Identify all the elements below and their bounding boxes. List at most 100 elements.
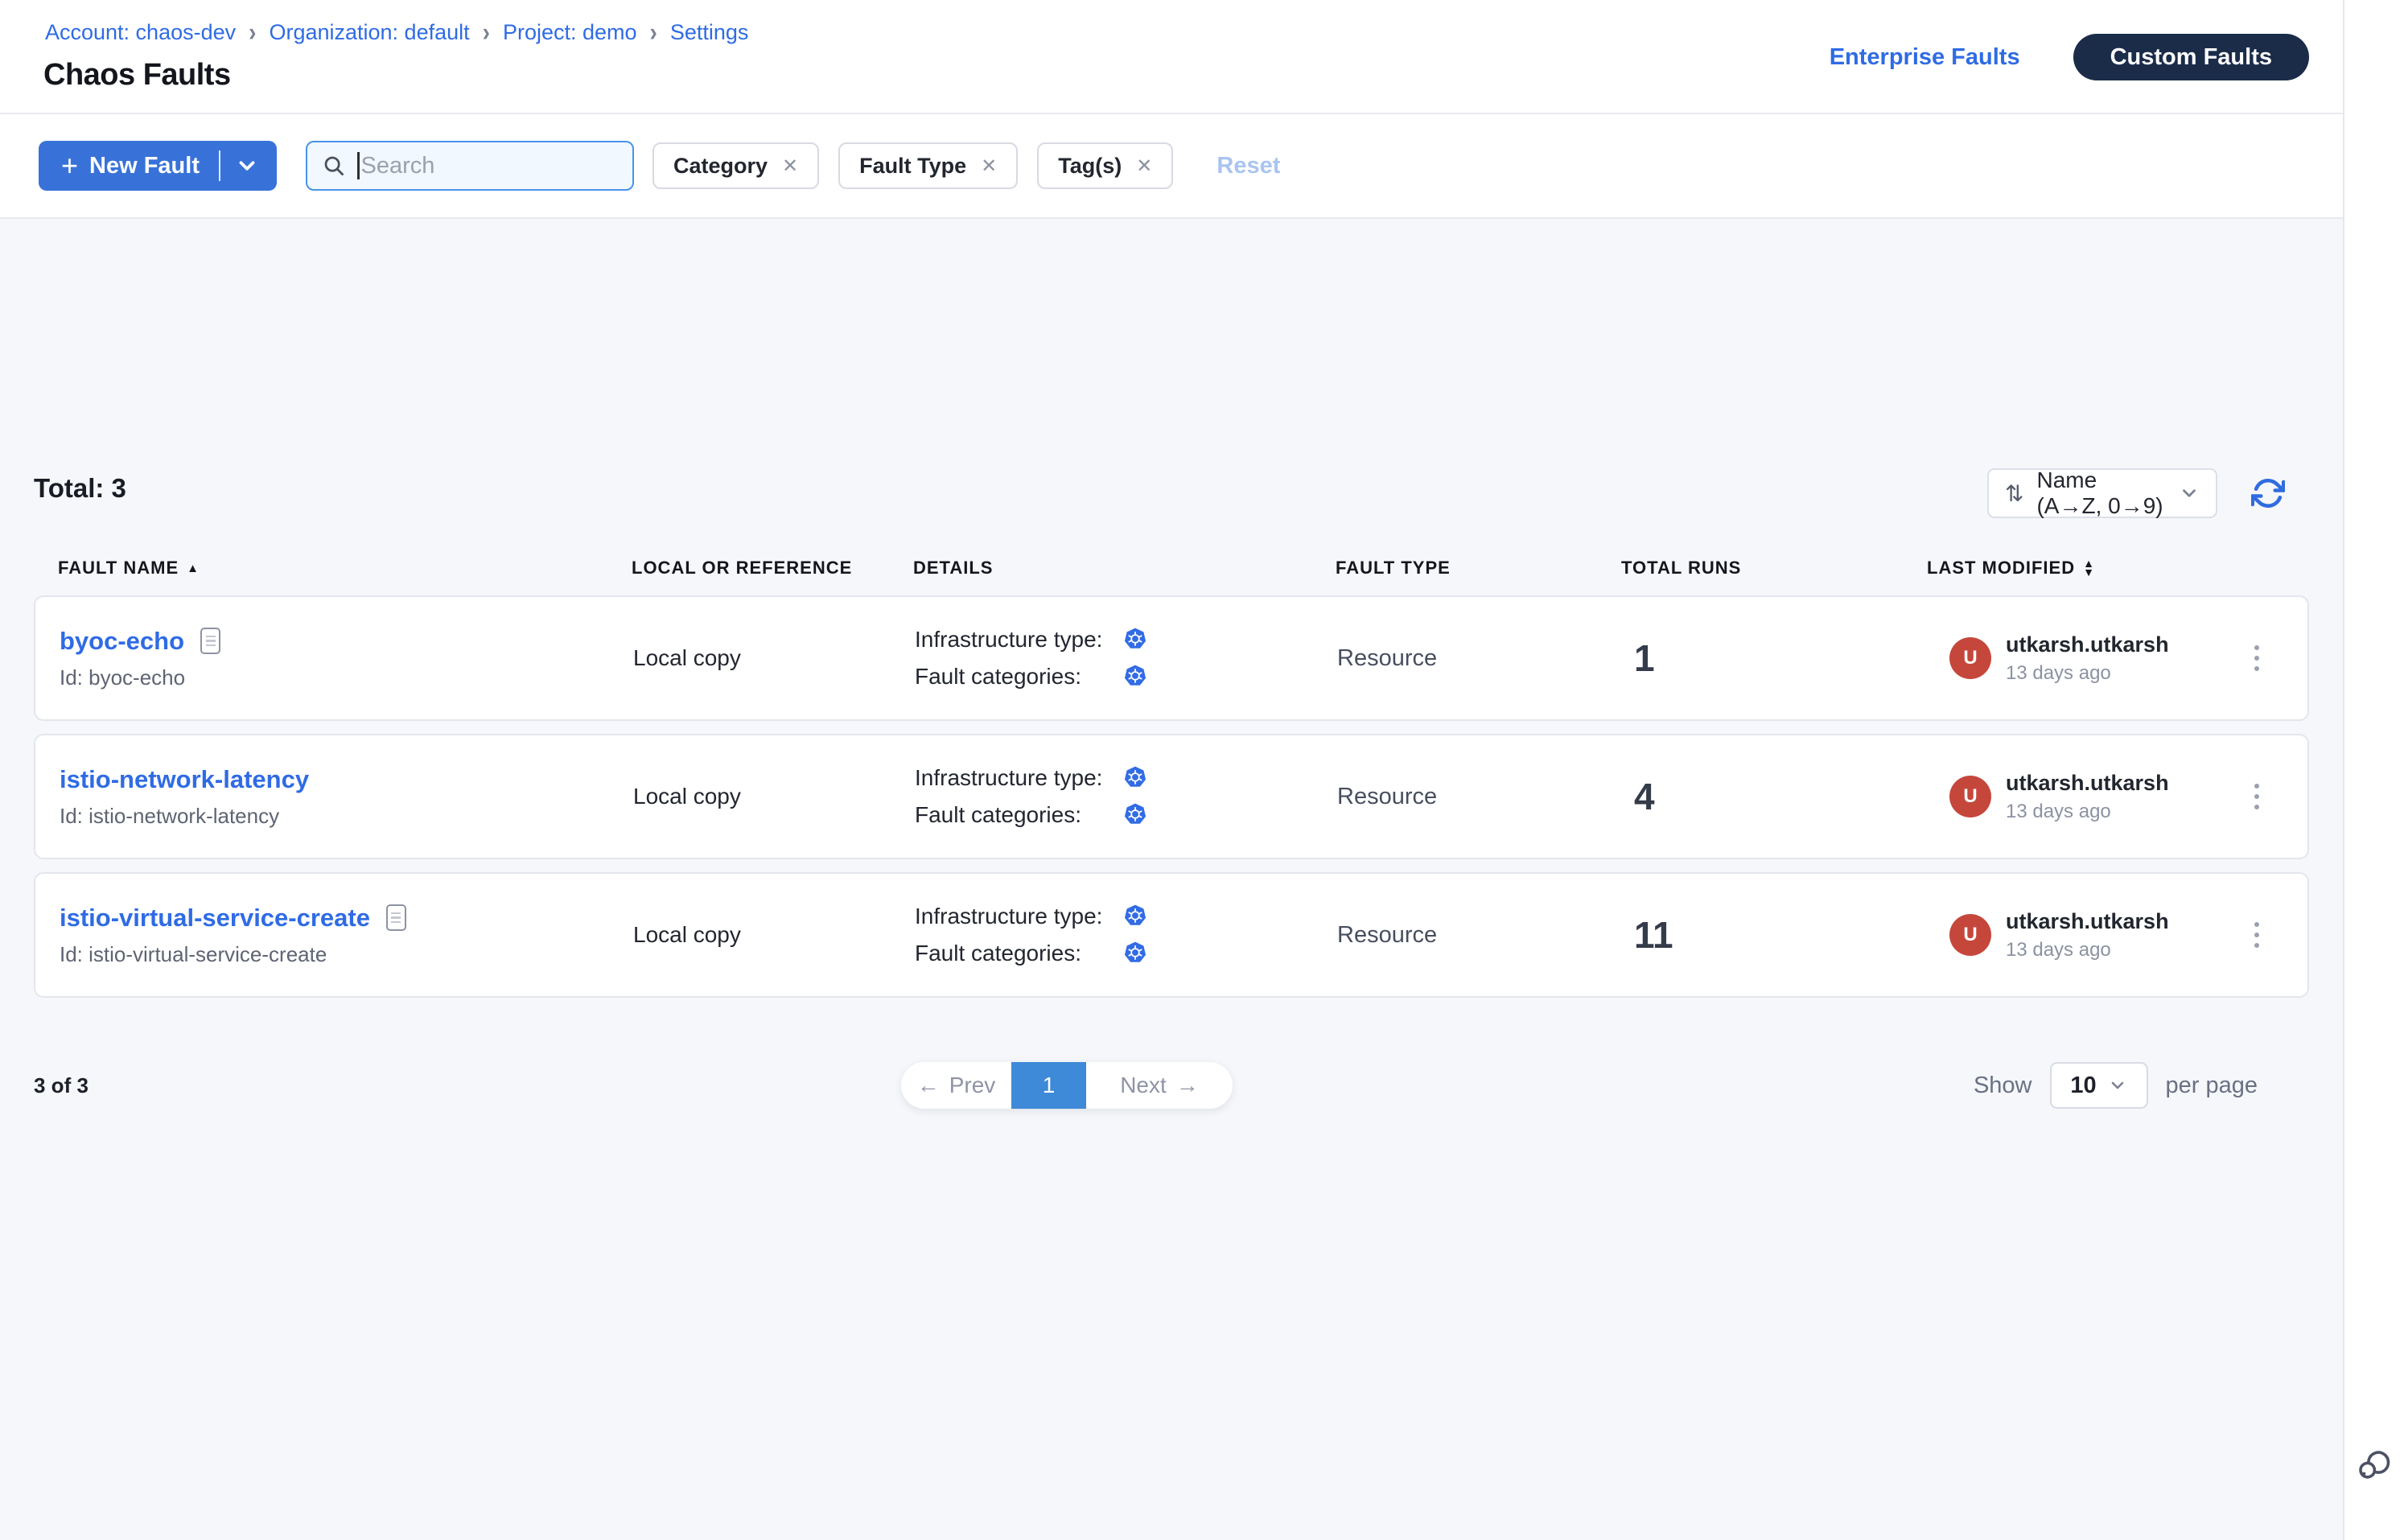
arrow-left-icon: ← bbox=[917, 1073, 940, 1098]
enterprise-faults-link[interactable]: Enterprise Faults bbox=[1830, 44, 2020, 71]
filter-chip-tags[interactable]: Tag(s) ✕ bbox=[1037, 142, 1173, 189]
copy-icon[interactable] bbox=[200, 628, 220, 654]
refresh-icon bbox=[2251, 476, 2285, 510]
main-panel: Account: chaos-dev › Organization: defau… bbox=[0, 0, 2343, 1540]
per-page-label: per page bbox=[2166, 1073, 2258, 1099]
page-size-select[interactable]: 10 bbox=[2050, 1062, 2148, 1109]
column-header-fault-name[interactable]: FAULT NAME ▲ bbox=[58, 558, 632, 579]
column-header-last-modified[interactable]: LAST MODIFIED ▲▼ bbox=[1927, 558, 2229, 579]
modified-by-label: utkarsh.utkarsh bbox=[2006, 632, 2169, 657]
chip-label: Category bbox=[673, 154, 768, 179]
fault-categories-label: Fault categories: bbox=[915, 941, 1122, 966]
refresh-button[interactable] bbox=[2251, 476, 2285, 510]
more-menu-icon[interactable] bbox=[2246, 914, 2267, 956]
plus-icon: + bbox=[61, 151, 78, 180]
prev-page-button[interactable]: ← Prev bbox=[901, 1062, 1011, 1109]
sort-ascending-icon: ▲ bbox=[187, 562, 200, 575]
fault-type-value: Resource bbox=[1337, 922, 1623, 949]
toolbar: + New Fault Category ✕ Fault Type ✕ bbox=[0, 114, 2343, 219]
breadcrumb: Account: chaos-dev › Organization: defau… bbox=[45, 19, 748, 45]
kubernetes-icon bbox=[1122, 802, 1148, 828]
fault-id-label: Id: istio-network-latency bbox=[60, 804, 633, 829]
more-menu-icon[interactable] bbox=[2246, 637, 2267, 679]
sort-arrows-icon: ⇅ bbox=[2005, 480, 2023, 507]
sort-both-icon: ▲▼ bbox=[2083, 559, 2095, 577]
chevron-down-icon[interactable] bbox=[235, 154, 259, 178]
column-header-total-runs: TOTAL RUNS bbox=[1621, 558, 1927, 579]
local-or-reference-value: Local copy bbox=[633, 922, 915, 948]
kubernetes-icon bbox=[1122, 904, 1148, 929]
page-size-controls: Show 10 per page bbox=[1974, 1062, 2258, 1109]
chevron-down-icon bbox=[2108, 1076, 2127, 1095]
modified-by-label: utkarsh.utkarsh bbox=[2006, 909, 2169, 934]
custom-faults-button[interactable]: Custom Faults bbox=[2073, 34, 2309, 80]
fault-name-link[interactable]: byoc-echo bbox=[60, 627, 184, 656]
kubernetes-icon bbox=[1122, 664, 1148, 690]
breadcrumb-account[interactable]: Account: chaos-dev bbox=[45, 20, 236, 45]
fault-type-value: Resource bbox=[1337, 784, 1623, 810]
column-header-details: DETAILS bbox=[913, 558, 1336, 579]
modified-time-label: 13 days ago bbox=[2006, 662, 2169, 685]
close-icon[interactable]: ✕ bbox=[782, 154, 798, 178]
fault-name-link[interactable]: istio-virtual-service-create bbox=[60, 904, 370, 933]
right-rail bbox=[2343, 0, 2404, 1540]
table-row: istio-network-latency Id: istio-network-… bbox=[34, 734, 2309, 859]
new-fault-button[interactable]: + New Fault bbox=[39, 141, 277, 191]
copy-icon[interactable] bbox=[386, 904, 406, 931]
breadcrumb-separator: › bbox=[650, 18, 657, 47]
button-divider bbox=[219, 150, 220, 181]
chip-label: Tag(s) bbox=[1058, 154, 1122, 179]
total-count-label: Total: 3 bbox=[34, 473, 126, 504]
close-icon[interactable]: ✕ bbox=[981, 154, 997, 178]
new-fault-label: New Fault bbox=[89, 153, 200, 179]
modified-by-label: utkarsh.utkarsh bbox=[2006, 771, 2169, 796]
column-label: LOCAL OR REFERENCE bbox=[632, 558, 852, 579]
filter-chip-category[interactable]: Category ✕ bbox=[652, 142, 819, 189]
column-header-fault-type: FAULT TYPE bbox=[1336, 558, 1621, 579]
modified-time-label: 13 days ago bbox=[2006, 939, 2169, 961]
search-input[interactable] bbox=[361, 153, 603, 179]
pagination: ← Prev 1 Next → bbox=[901, 1062, 1233, 1109]
chat-icon bbox=[2356, 1447, 2394, 1485]
more-menu-icon[interactable] bbox=[2246, 776, 2267, 817]
sort-controls: ⇅ Name (A→Z, 0→9) bbox=[1987, 468, 2285, 518]
total-runs-value: 4 bbox=[1623, 775, 1929, 818]
breadcrumb-separator: › bbox=[249, 18, 256, 47]
column-label: TOTAL RUNS bbox=[1621, 558, 1741, 579]
reset-filters-button[interactable]: Reset bbox=[1216, 153, 1280, 179]
breadcrumb-settings[interactable]: Settings bbox=[670, 20, 749, 45]
infrastructure-type-label: Infrastructure type: bbox=[915, 627, 1122, 653]
header-actions: Enterprise Faults Custom Faults bbox=[1830, 0, 2309, 114]
fault-name-link[interactable]: istio-network-latency bbox=[60, 765, 309, 794]
column-label: LAST MODIFIED bbox=[1927, 558, 2075, 579]
filter-chip-fault-type[interactable]: Fault Type ✕ bbox=[838, 142, 1018, 189]
avatar: U bbox=[1949, 637, 1991, 679]
column-label: DETAILS bbox=[913, 558, 993, 579]
page-number-button[interactable]: 1 bbox=[1011, 1062, 1086, 1109]
chat-support-button[interactable] bbox=[2356, 1447, 2394, 1485]
column-label: FAULT NAME bbox=[58, 558, 179, 579]
text-cursor bbox=[357, 152, 360, 179]
fault-categories-label: Fault categories: bbox=[915, 802, 1122, 828]
page-title: Chaos Faults bbox=[43, 58, 231, 93]
show-label: Show bbox=[1974, 1073, 2032, 1099]
breadcrumb-project[interactable]: Project: demo bbox=[503, 20, 637, 45]
kubernetes-icon bbox=[1122, 627, 1148, 653]
breadcrumb-organization[interactable]: Organization: default bbox=[269, 20, 469, 45]
sort-dropdown[interactable]: ⇅ Name (A→Z, 0→9) bbox=[1987, 468, 2217, 518]
close-icon[interactable]: ✕ bbox=[1136, 154, 1152, 178]
total-runs-value: 1 bbox=[1623, 636, 1929, 680]
page-header: Account: chaos-dev › Organization: defau… bbox=[0, 0, 2343, 114]
table-row: istio-virtual-service-create Id: istio-v… bbox=[34, 872, 2309, 998]
avatar: U bbox=[1949, 776, 1991, 817]
table-row: byoc-echo Id: byoc-echo Local copy Infra… bbox=[34, 595, 2309, 721]
next-label: Next bbox=[1120, 1073, 1167, 1098]
column-header-local-or-reference: LOCAL OR REFERENCE bbox=[632, 558, 913, 579]
kubernetes-icon bbox=[1122, 765, 1148, 791]
next-page-button[interactable]: Next → bbox=[1086, 1062, 1233, 1109]
search-box[interactable] bbox=[306, 141, 634, 191]
sort-selected-value: Name (A→Z, 0→9) bbox=[2036, 467, 2166, 519]
fault-id-label: Id: byoc-echo bbox=[60, 665, 633, 690]
search-icon bbox=[322, 154, 346, 178]
chip-label: Fault Type bbox=[859, 154, 966, 179]
